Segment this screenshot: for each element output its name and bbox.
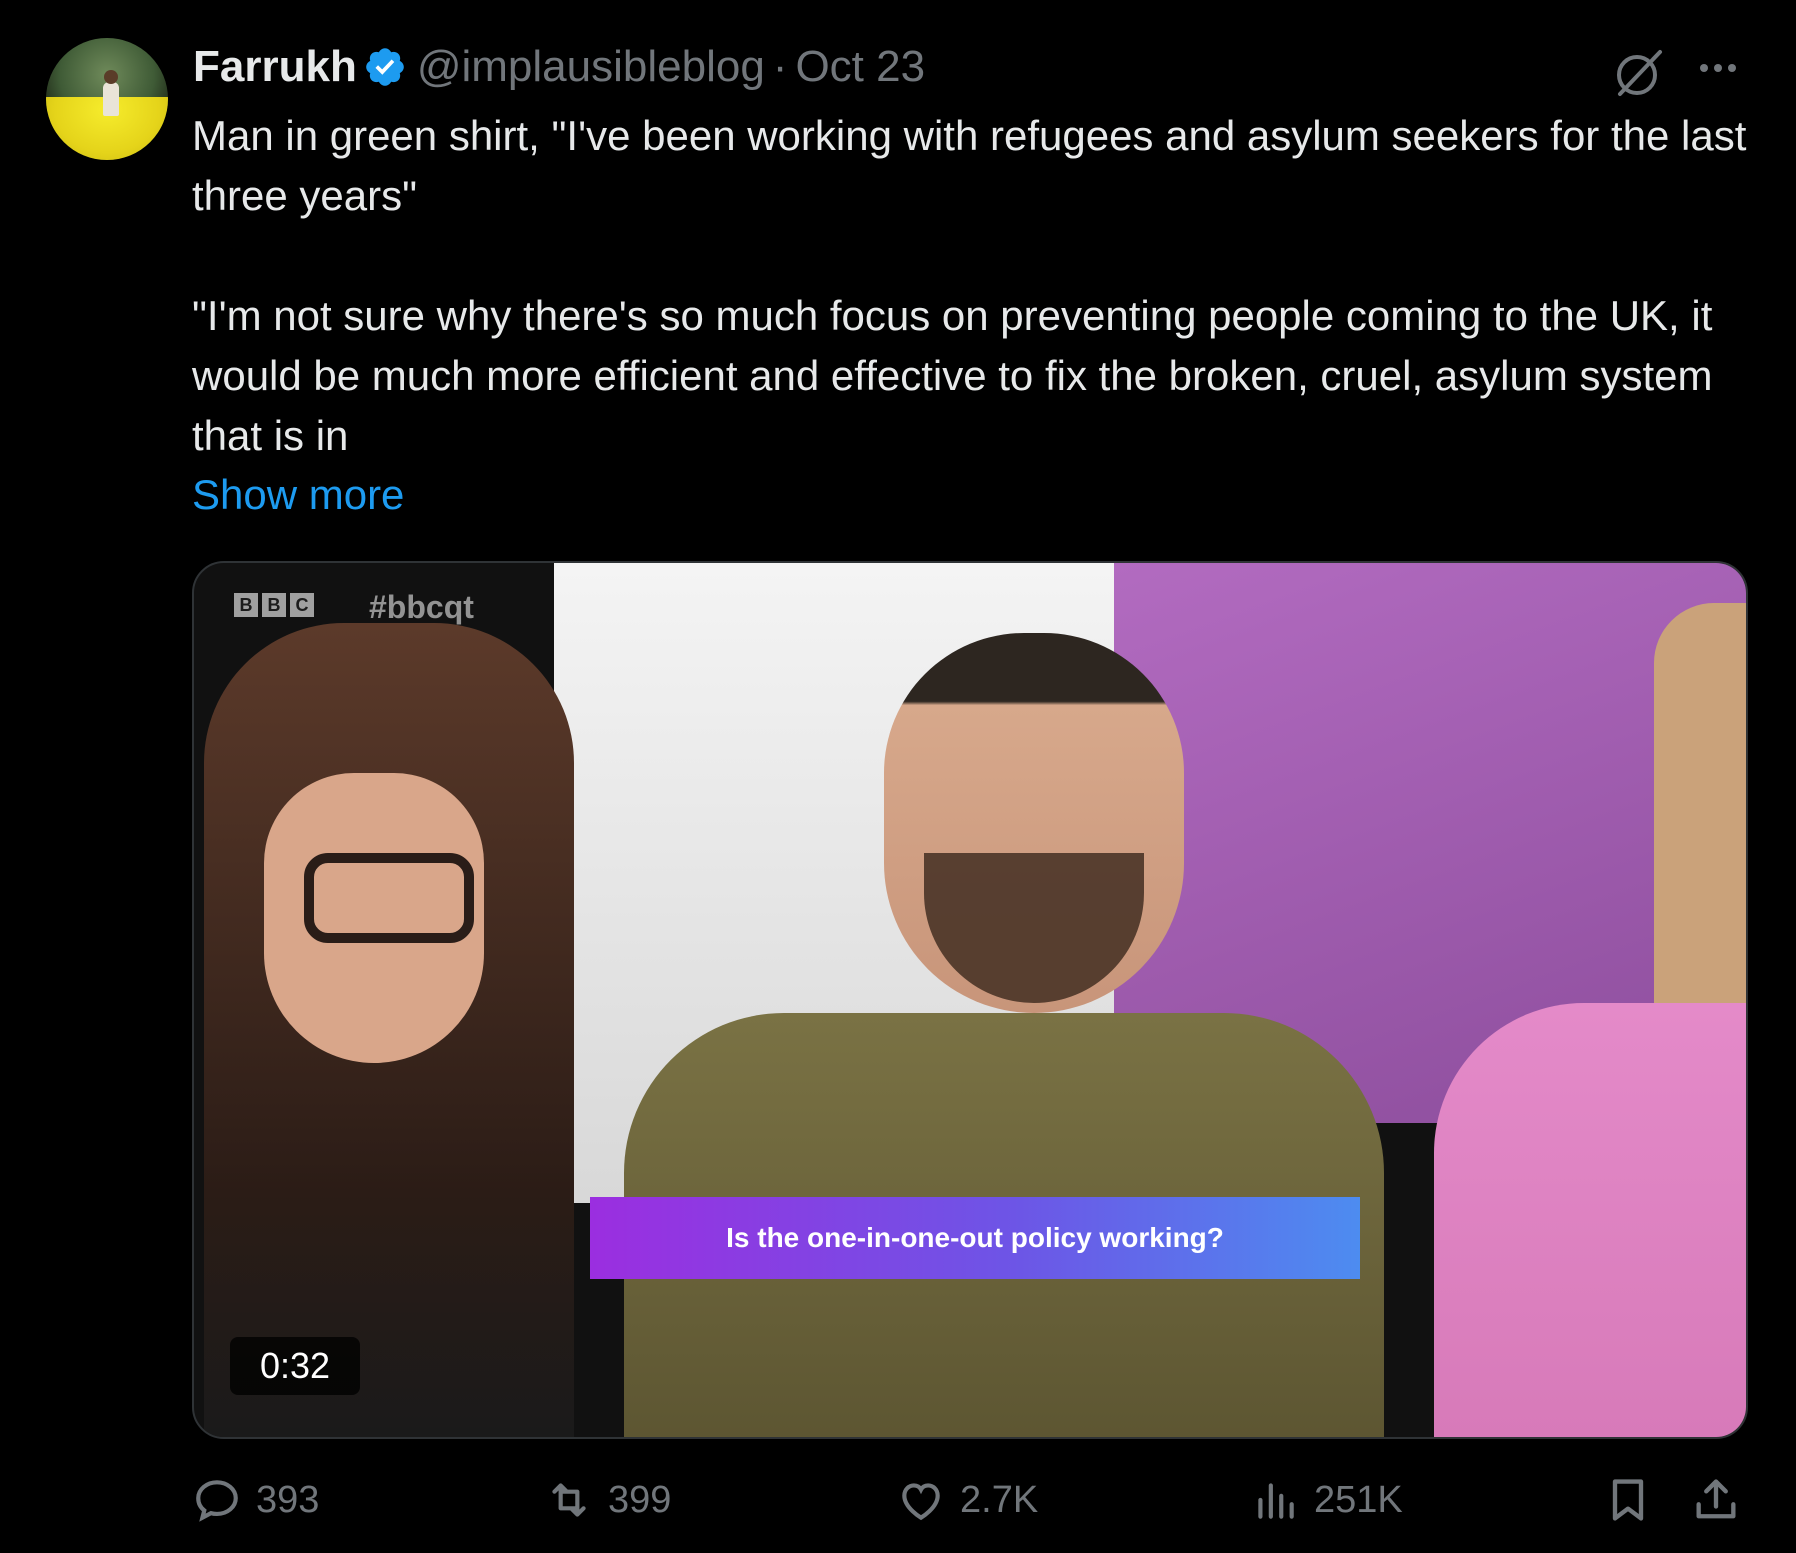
tweet-date[interactable]: Oct 23 — [795, 42, 925, 92]
share-icon[interactable] — [1690, 1474, 1742, 1526]
video-glasses — [304, 853, 474, 943]
video-speaker-beard — [924, 853, 1144, 1003]
video-caption: Is the one-in-one-out policy working? — [590, 1197, 1360, 1279]
avatar-person — [103, 82, 119, 116]
video-person-left-face — [264, 773, 484, 1063]
tweet-paragraph-1: Man in green shirt, "I've been working w… — [192, 112, 1747, 219]
video-person-left — [204, 623, 574, 1437]
avatar-head — [104, 70, 118, 84]
verified-badge-icon[interactable] — [363, 45, 407, 89]
tweet-text: Man in green shirt, "I've been working w… — [192, 106, 1752, 466]
repost-button[interactable]: 399 — [544, 1470, 671, 1530]
video-hashtag: #bbcqt — [369, 589, 474, 625]
action-bar: 393 399 2.7K 251K — [192, 1470, 1744, 1530]
author-name[interactable]: Farrukh — [193, 42, 357, 92]
heart-icon — [902, 1483, 940, 1521]
views-button[interactable]: 251K — [1250, 1470, 1403, 1530]
repost-count: 399 — [608, 1478, 672, 1521]
video-duration: 0:32 — [230, 1337, 360, 1395]
avatar[interactable] — [46, 38, 168, 160]
video-player[interactable]: B B C #bbcqt Is the one-in-one-out polic… — [192, 561, 1748, 1439]
tweet-paragraph-2: "I'm not sure why there's so much focus … — [192, 292, 1713, 459]
repost-icon — [552, 1483, 586, 1517]
grok-icon[interactable] — [1610, 44, 1668, 102]
more-icon[interactable] — [1692, 48, 1744, 88]
views-icon — [1258, 1483, 1294, 1519]
bbc-logo-letter: B — [262, 593, 286, 617]
video-speaker-head — [884, 633, 1184, 1013]
bbc-logo-letter: C — [290, 593, 314, 617]
reply-count: 393 — [256, 1478, 320, 1521]
like-button[interactable]: 2.7K — [896, 1470, 1038, 1530]
reply-button[interactable]: 393 — [192, 1470, 319, 1530]
video-frame — [194, 563, 1746, 1437]
views-count: 251K — [1314, 1478, 1403, 1521]
show-more-link[interactable]: Show more — [192, 465, 404, 525]
header-separator: · — [772, 42, 788, 91]
reply-icon — [196, 1480, 238, 1522]
author-handle[interactable]: @implausibleblog — [417, 42, 765, 92]
bbc-logo-letter: B — [234, 593, 258, 617]
tweet-header: Farrukh @implausibleblog · Oct 23 — [193, 42, 925, 92]
like-count: 2.7K — [960, 1478, 1039, 1521]
bbc-logo: B B C — [234, 593, 314, 617]
video-person-right — [1434, 1003, 1746, 1437]
bookmark-icon[interactable] — [1602, 1474, 1654, 1526]
